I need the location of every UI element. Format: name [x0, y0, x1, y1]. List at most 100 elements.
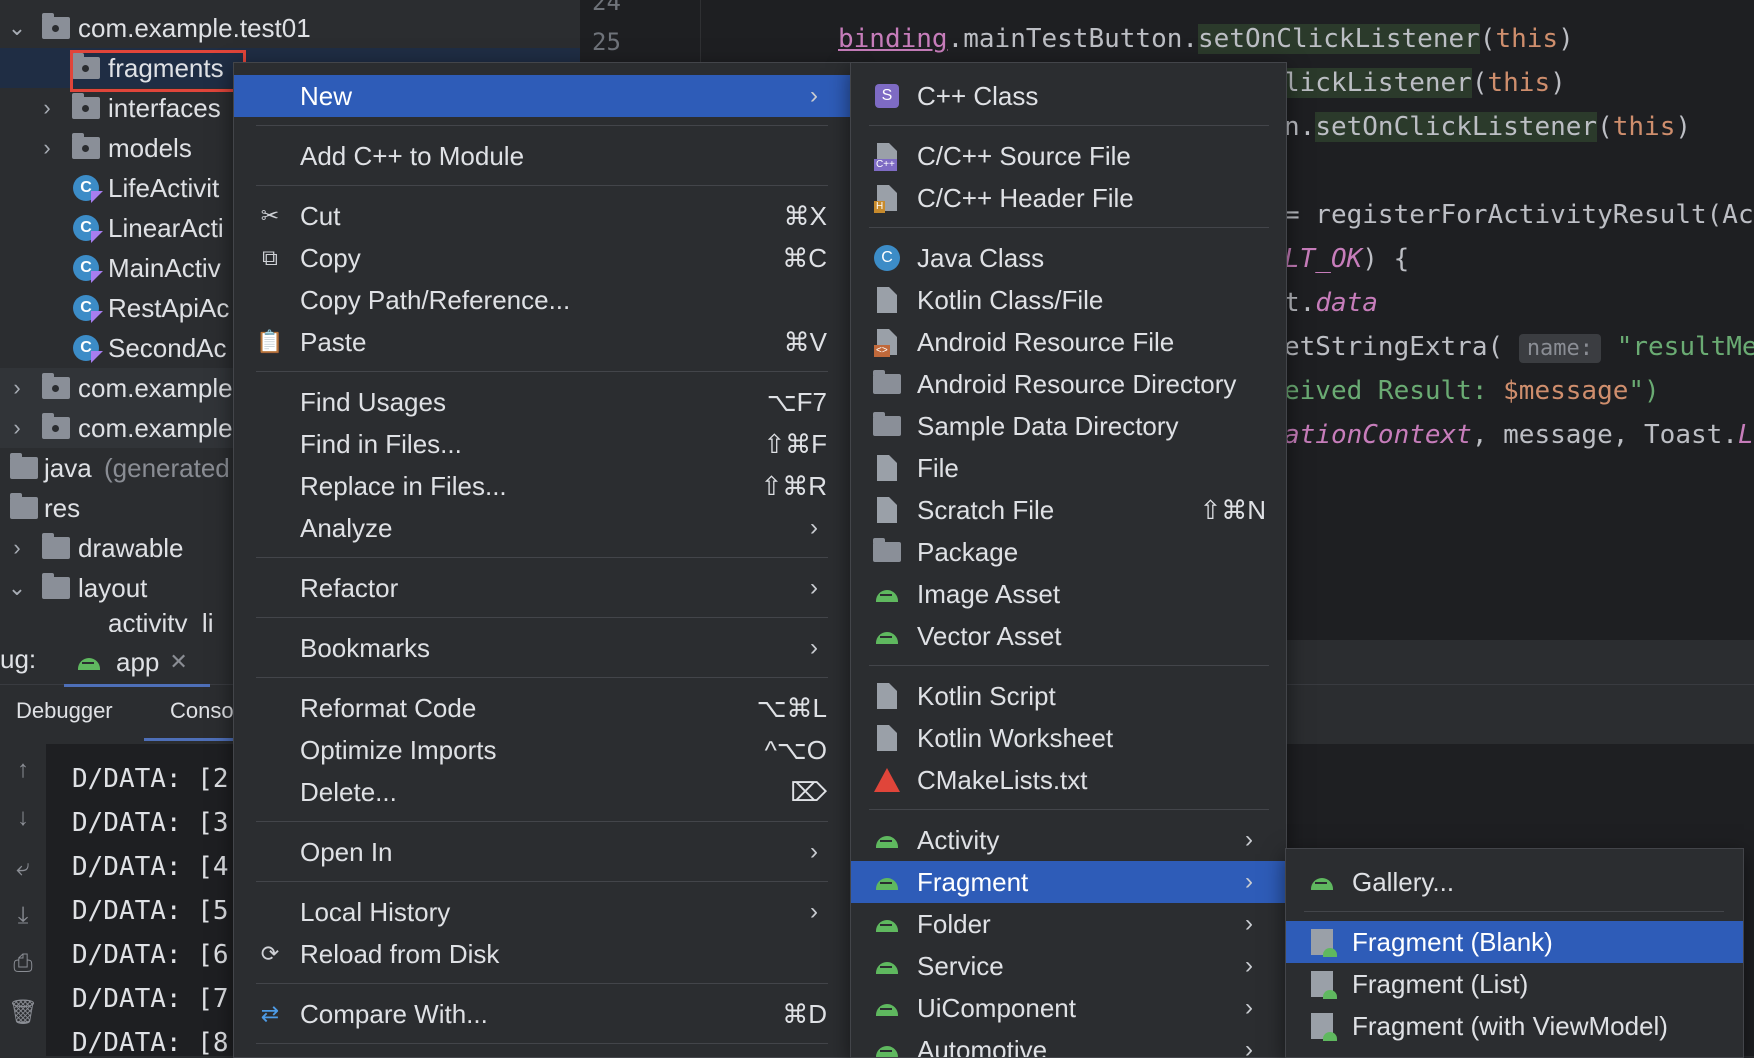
chevron-right-icon[interactable]: › — [6, 415, 28, 441]
menu-item-fragment-blank[interactable]: Fragment (Blank) — [1286, 921, 1743, 963]
menu-item-reload-from-disk[interactable]: ⟳ Reload from Disk — [234, 933, 851, 975]
tab-console[interactable]: Conso — [144, 684, 244, 741]
menu-item-find-usages[interactable]: Find Usages ⌥F7 — [234, 381, 851, 423]
log-line: D/DATA: [3 — [72, 808, 229, 838]
code-token: eived Result: — [1284, 376, 1503, 406]
tree-item-label: MainActiv — [108, 253, 221, 284]
menu-item-kotlin-worksheet[interactable]: Kotlin Worksheet — [851, 717, 1286, 759]
menu-item-fragment-list[interactable]: Fragment (List) — [1286, 963, 1743, 1005]
menu-item-local-history[interactable]: Local History › — [234, 891, 851, 933]
menu-item-android-resource-file[interactable]: <> Android Resource File — [851, 321, 1286, 363]
tree-item-package-test01[interactable]: ⌄ com.example.test01 — [0, 8, 580, 48]
code-token: this — [1488, 68, 1551, 98]
print-icon[interactable]: ⎙ — [8, 950, 38, 980]
scroll-to-end-icon[interactable]: ⤓ — [8, 902, 38, 932]
chevron-right-icon: › — [1245, 952, 1253, 980]
kotlin-script-icon — [873, 682, 901, 710]
arrow-down-icon[interactable]: ↓ — [8, 804, 38, 834]
menu-item-cpp-source[interactable]: C++ C/C++ Source File — [851, 135, 1286, 177]
log-line: D/DATA: [5 — [72, 896, 229, 926]
menu-item-kotlin-script[interactable]: Kotlin Script — [851, 675, 1286, 717]
tree-item-label: SecondAc — [108, 333, 227, 364]
code-token: binding — [838, 24, 948, 54]
menu-shortcut: ⇧⌘R — [760, 471, 827, 502]
menu-item-folder[interactable]: Folder › — [851, 903, 1286, 945]
menu-item-bookmarks[interactable]: Bookmarks › — [234, 627, 851, 669]
menu-shortcut: ⌘V — [784, 327, 827, 358]
menu-item-label: Automotive — [917, 1035, 1047, 1058]
tab-debugger[interactable]: Debugger — [16, 698, 113, 724]
menu-item-fragment[interactable]: Fragment › — [851, 861, 1286, 903]
code-line-5: LT_OK) { — [1284, 244, 1409, 274]
menu-item-scratch-file[interactable]: Scratch File ⇧⌘N — [851, 489, 1286, 531]
android-icon — [873, 622, 901, 650]
chevron-down-icon[interactable]: ⌄ — [6, 15, 28, 41]
menu-item-new[interactable]: New › — [234, 75, 851, 117]
menu-item-copy[interactable]: ⧉ Copy ⌘C — [234, 237, 851, 279]
menu-item-cpp-class[interactable]: S C++ Class — [851, 75, 1286, 117]
menu-item-package[interactable]: Package — [851, 531, 1286, 573]
chevron-right-icon[interactable]: › — [6, 375, 28, 401]
chevron-right-icon[interactable]: › — [36, 95, 58, 121]
menu-item-image-asset[interactable]: Image Asset — [851, 573, 1286, 615]
menu-item-label: Local History — [300, 897, 450, 928]
package-icon — [42, 416, 70, 440]
trash-icon[interactable]: 🗑 — [8, 998, 38, 1028]
menu-item-uicomponent[interactable]: UiComponent › — [851, 987, 1286, 1029]
tree-item-label: RestApiAc — [108, 293, 229, 324]
code-token: "resultMes — [1617, 332, 1754, 362]
menu-item-refactor[interactable]: Refactor › — [234, 567, 851, 609]
menu-item-copy-path[interactable]: Copy Path/Reference... — [234, 279, 851, 321]
menu-item-add-cpp[interactable]: Add C++ to Module — [234, 135, 851, 177]
debug-app-tab[interactable]: app ✕ — [64, 640, 210, 687]
menu-item-service[interactable]: Service › — [851, 945, 1286, 987]
cpp-header-icon: H — [873, 184, 901, 212]
menu-item-label: Gallery... — [1352, 867, 1454, 898]
cpp-source-icon: C++ — [873, 142, 901, 170]
menu-separator — [256, 371, 828, 372]
tree-item-label: drawable — [78, 533, 184, 564]
menu-item-sample-data-directory[interactable]: Sample Data Directory — [851, 405, 1286, 447]
menu-item-cut[interactable]: ✂ Cut ⌘X — [234, 195, 851, 237]
menu-item-replace-in-files[interactable]: Replace in Files... ⇧⌘R — [234, 465, 851, 507]
menu-item-java-class[interactable]: C Java Class — [851, 237, 1286, 279]
chevron-right-icon[interactable]: › — [36, 135, 58, 161]
code-line-7: etStringExtra( name: "resultMes — [1284, 332, 1754, 362]
menu-item-open-in[interactable]: Open In › — [234, 831, 851, 873]
menu-item-file[interactable]: File — [851, 447, 1286, 489]
menu-item-paste[interactable]: 📋 Paste ⌘V — [234, 321, 851, 363]
menu-separator — [256, 185, 828, 186]
tree-item-label: models — [108, 133, 192, 164]
menu-item-optimize-imports[interactable]: Optimize Imports ^⌥O — [234, 729, 851, 771]
menu-item-cpp-header[interactable]: H C/C++ Header File — [851, 177, 1286, 219]
kotlin-class-icon: C — [72, 296, 100, 320]
menu-item-kotlin-class-file[interactable]: Kotlin Class/File — [851, 279, 1286, 321]
menu-separator — [256, 983, 828, 984]
menu-item-gallery[interactable]: Gallery... — [1286, 861, 1743, 903]
menu-item-android-resource-directory[interactable]: Android Resource Directory — [851, 363, 1286, 405]
menu-item-delete[interactable]: Delete... ⌦ — [234, 771, 851, 813]
chevron-right-icon: › — [810, 82, 818, 110]
soft-wrap-icon[interactable]: ⤶ — [8, 854, 38, 884]
icon-glyph: C++ — [874, 159, 897, 171]
chevron-right-icon[interactable]: › — [6, 535, 28, 561]
chevron-right-icon: › — [1245, 994, 1253, 1022]
menu-item-fragment-viewmodel[interactable]: Fragment (with ViewModel) — [1286, 1005, 1743, 1047]
code-token: .mainTestButton. — [948, 24, 1198, 54]
arrow-up-icon[interactable]: ↑ — [8, 756, 38, 786]
folder-icon — [42, 536, 70, 560]
menu-item-automotive[interactable]: Automotive › — [851, 1029, 1286, 1058]
menu-item-find-in-files[interactable]: Find in Files... ⇧⌘F — [234, 423, 851, 465]
code-token: ) { — [1362, 244, 1409, 274]
menu-item-analyze[interactable]: Analyze › — [234, 507, 851, 549]
menu-item-activity[interactable]: Activity › — [851, 819, 1286, 861]
chevron-down-icon[interactable]: ⌄ — [6, 575, 28, 601]
close-icon[interactable]: ✕ — [169, 649, 187, 675]
menu-item-label: Paste — [300, 327, 367, 358]
icon-glyph: S — [875, 84, 899, 108]
menu-item-vector-asset[interactable]: Vector Asset — [851, 615, 1286, 657]
folder-icon — [873, 412, 901, 440]
menu-item-cmakelists[interactable]: CMakeLists.txt — [851, 759, 1286, 801]
menu-item-compare-with[interactable]: ⇄ Compare With... ⌘D — [234, 993, 851, 1035]
menu-item-reformat-code[interactable]: Reformat Code ⌥⌘L — [234, 687, 851, 729]
